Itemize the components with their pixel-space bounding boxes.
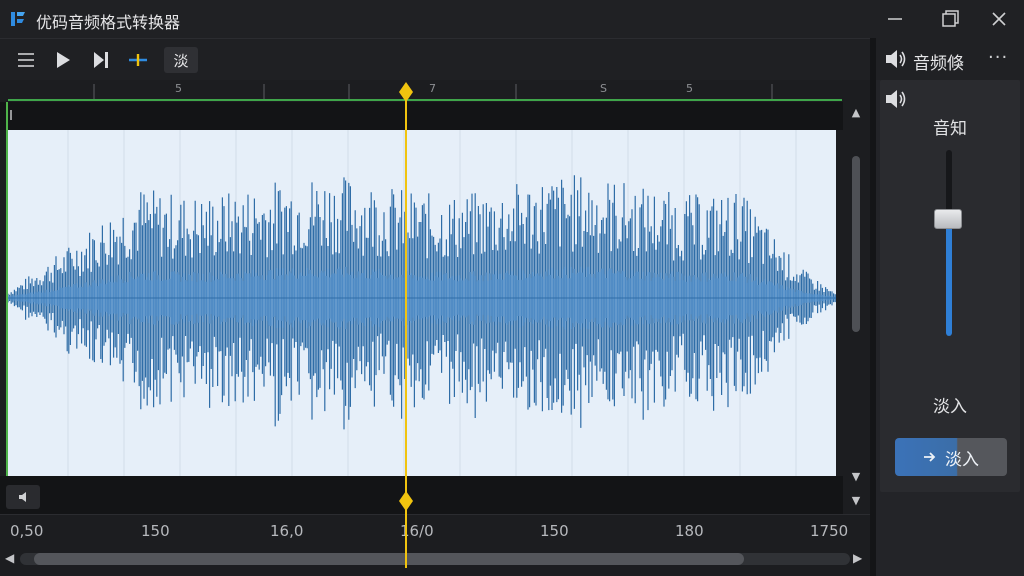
playhead-bottom-handle[interactable] [398, 491, 414, 511]
app-title: 优码音频格式转换器 [36, 13, 181, 32]
time-label: 150 [141, 522, 170, 540]
scroll-down-icon[interactable]: ▼ [848, 494, 864, 508]
volume-slider-knob[interactable] [934, 208, 962, 229]
waveform-area[interactable] [8, 130, 836, 476]
vertical-scrollbar[interactable]: ▲ ▼ ▼ [848, 104, 864, 512]
restore-icon[interactable] [939, 8, 961, 30]
effects-panel: 音频倏 ··· 音知 淡入 淡入 [876, 38, 1024, 576]
time-label: 150 [540, 522, 569, 540]
fade-in-button-label: 淡入 [945, 449, 979, 470]
fade-in-button[interactable]: 淡入 [895, 438, 1007, 476]
ruler-label: 5 [686, 82, 693, 95]
scroll-left-icon[interactable]: ◀ [5, 551, 14, 565]
title-bar: 优码音频格式转换器 [0, 0, 1024, 38]
play-button[interactable] [49, 47, 77, 73]
ruler-label: S [600, 82, 607, 95]
toolbar: 淡 [0, 38, 870, 80]
volume-small-icon [19, 492, 26, 502]
effects-panel-body: 音知 淡入 淡入 [880, 80, 1020, 492]
next-button[interactable] [87, 47, 115, 73]
time-ruler: 0,50 150 16,0 16/0 150 180 1750 [0, 514, 870, 548]
fade-tool-label: 淡 [173, 51, 189, 70]
arrow-right-icon [924, 452, 936, 462]
fade-in-label: 淡入 [933, 397, 967, 417]
track-footer [0, 476, 843, 514]
more-options-button[interactable]: ··· [988, 47, 1008, 68]
next-icon [94, 52, 108, 68]
vertical-scroll-thumb[interactable] [852, 156, 860, 332]
volume-section-label: 音知 [933, 119, 967, 139]
scroll-right-icon[interactable]: ▶ [853, 551, 862, 565]
track-header [0, 102, 843, 130]
play-icon [57, 52, 70, 68]
app-logo-icon [11, 12, 25, 26]
time-label: 180 [675, 522, 704, 540]
ruler-label: 7 [429, 82, 436, 95]
split-icon [129, 54, 147, 66]
menu-icon [18, 53, 34, 67]
ruler-label: 5 [175, 82, 182, 95]
scroll-up-icon[interactable]: ▲ [848, 106, 864, 120]
menu-button[interactable] [12, 47, 40, 73]
speaker-icon [886, 90, 906, 108]
horizontal-scroll-thumb[interactable] [34, 553, 744, 565]
minimize-icon[interactable] [884, 8, 906, 30]
effects-panel-title: 音频倏 [913, 54, 964, 74]
horizontal-scroll-track[interactable] [20, 553, 850, 565]
time-label: 1750 [810, 522, 849, 540]
scroll-down-icon[interactable]: ▼ [848, 470, 864, 484]
time-label: 0,50 [10, 522, 44, 540]
waveform [8, 130, 836, 476]
track-volume-button[interactable] [6, 485, 40, 509]
volume-slider[interactable] [946, 150, 952, 336]
volume-slider-fill [946, 218, 952, 336]
fade-tool-button[interactable]: 淡 [164, 47, 198, 73]
selection-range-bar [8, 99, 842, 101]
horizontal-scrollbar[interactable]: ◀ ▶ [0, 548, 870, 570]
time-label: 16,0 [270, 522, 304, 540]
split-button[interactable] [124, 47, 152, 73]
effects-panel-header: 音频倏 ··· [876, 38, 1024, 80]
speaker-icon [886, 50, 906, 68]
playhead-top-handle[interactable] [398, 82, 414, 102]
close-icon[interactable] [988, 8, 1010, 30]
